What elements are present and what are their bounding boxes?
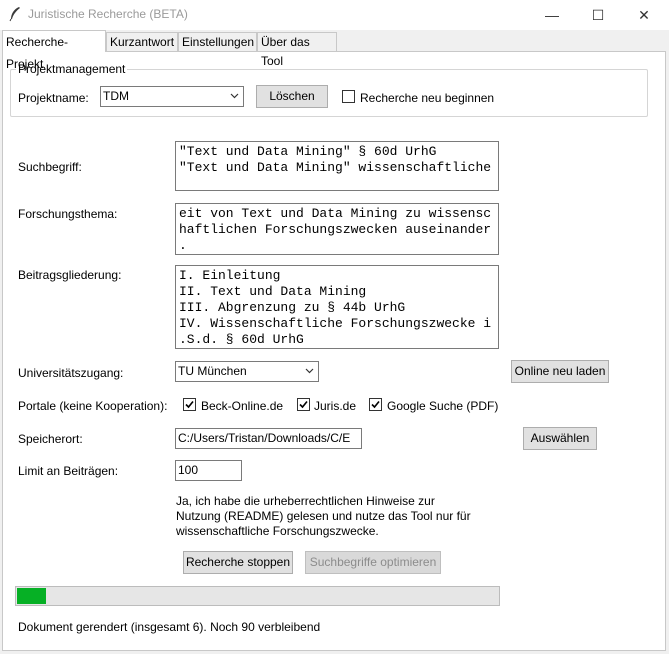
universitaet-combobox[interactable]: TU München — [175, 361, 319, 382]
text-line: III. Abgrenzung zu § 44b UrhG — [179, 300, 406, 315]
text-line: II. Text und Data Mining — [179, 284, 367, 299]
hinweis-text: Ja, ich habe die urheberrechtlichen Hinw… — [176, 494, 471, 539]
tab-ueber-das-tool[interactable]: Über das Tool — [257, 32, 337, 68]
universitaet-value: TU München — [178, 364, 247, 378]
projektname-combobox[interactable]: TDM — [100, 86, 244, 107]
maximize-button[interactable]: ☐ — [575, 0, 621, 30]
suchbegriffe-optimieren-button[interactable]: Suchbegriffe optimieren — [305, 551, 441, 574]
forschungsthema-textarea[interactable]: eit von Text und Data Mining zu wissensc… — [175, 203, 499, 255]
recherche-stoppen-button[interactable]: Recherche stoppen — [183, 551, 293, 574]
universitaetszugang-label: Universitätszugang: — [18, 366, 124, 380]
online-neu-laden-button[interactable]: Online neu laden — [511, 360, 609, 383]
text-line: .S.d. § 60d UrhG — [179, 332, 304, 347]
minimize-button[interactable]: — — [529, 0, 575, 30]
close-button[interactable]: ✕ — [621, 0, 667, 30]
checkmark-icon — [371, 400, 380, 409]
limit-field[interactable]: 100 — [175, 460, 242, 481]
google-suche-label: Google Suche (PDF) — [387, 399, 499, 413]
beck-online-label: Beck-Online.de — [201, 399, 284, 413]
tab-einstellungen[interactable]: Einstellungen — [178, 32, 257, 51]
projektname-value: TDM — [103, 89, 129, 103]
chevron-down-icon — [230, 93, 239, 99]
tab-kurzantwort[interactable]: Kurzantwort — [106, 32, 178, 51]
loeschen-button[interactable]: Löschen — [256, 85, 328, 108]
beitragsgliederung-label: Beitragsgliederung: — [18, 268, 122, 282]
text-line: . — [179, 238, 187, 253]
tab-recherche-projekt[interactable]: Recherche-Projekt — [2, 30, 106, 71]
hinweis-line: Ja, ich habe die urheberrechtlichen Hinw… — [176, 494, 435, 508]
text-line: "Text und Data Mining" § 60d UrhG — [179, 144, 437, 159]
progress-fill — [17, 588, 46, 604]
text-line: IV. Wissenschaftliche Forschungszwecke i — [179, 316, 492, 331]
recherche-neu-label: Recherche neu beginnen — [360, 91, 495, 105]
maximize-icon: ☐ — [591, 6, 605, 23]
suchbegriff-label: Suchbegriff: — [18, 160, 82, 174]
feather-icon — [9, 7, 20, 22]
checkmark-icon — [185, 400, 194, 409]
chevron-down-icon — [305, 368, 314, 374]
text-line: "Text und Data Mining" wissenschaftliche — [179, 160, 492, 175]
speicherort-field[interactable]: C:/Users/Tristan/Downloads/C/E — [175, 428, 362, 449]
status-text: Dokument gerendert (insgesamt 6). Noch 9… — [18, 620, 321, 634]
close-icon: ✕ — [638, 6, 650, 23]
text-line: I. Einleitung — [179, 268, 281, 283]
suchbegriff-textarea[interactable]: "Text und Data Mining" § 60d UrhG "Text u… — [175, 141, 499, 191]
juris-checkbox[interactable] — [297, 398, 310, 411]
checkmark-icon — [299, 400, 308, 409]
window-title: Juristische Recherche (BETA) — [28, 7, 188, 21]
forschungsthema-label: Forschungsthema: — [18, 207, 118, 221]
juris-label: Juris.de — [314, 399, 357, 413]
beck-online-checkbox[interactable] — [183, 398, 196, 411]
progress-bar — [15, 586, 500, 606]
text-line: eit von Text und Data Mining zu wissensc — [179, 206, 492, 221]
hinweis-line: wissenschaftliche Forschungszwecke. — [176, 524, 379, 538]
speicherort-label: Speicherort: — [18, 432, 83, 446]
projektname-label: Projektname: — [18, 91, 89, 105]
text-line: haftlichen Forschungszwecken auseinander — [179, 222, 492, 237]
auswaehlen-button[interactable]: Auswählen — [523, 427, 597, 450]
limit-label: Limit an Beiträgen: — [18, 464, 119, 478]
beitragsgliederung-textarea[interactable]: I. Einleitung II. Text und Data Mining III… — [175, 265, 499, 349]
google-suche-checkbox[interactable] — [369, 398, 382, 411]
minimize-icon: — — [545, 7, 559, 23]
portale-label: Portale (keine Kooperation): — [18, 399, 168, 413]
recherche-neu-checkbox[interactable] — [342, 90, 355, 103]
hinweis-line: Nutzung (README) gelesen und nutze das T… — [176, 509, 471, 523]
